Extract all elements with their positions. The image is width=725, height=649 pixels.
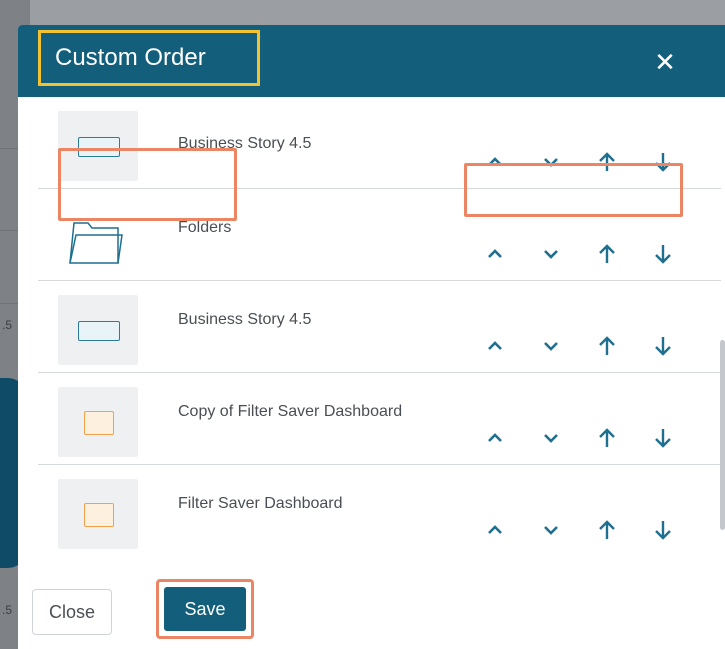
save-highlight-frame: Save <box>156 579 254 639</box>
list-item: Filter Saver Dashboard <box>38 465 721 557</box>
close-button[interactable]: Close <box>32 589 112 635</box>
dashboard-glyph <box>84 503 114 527</box>
arrow-down-icon[interactable] <box>646 237 680 271</box>
chevron-down-icon[interactable] <box>534 421 568 455</box>
arrow-up-icon[interactable] <box>590 329 624 363</box>
dialog-header: Custom Order ✕ <box>18 25 725 97</box>
dashboard-glyph <box>84 411 114 435</box>
chevron-up-icon[interactable] <box>478 329 512 363</box>
order-controls <box>478 513 698 553</box>
dashboard-thumbnail <box>58 387 138 457</box>
order-controls <box>478 329 698 369</box>
dialog-title: Custom Order <box>38 30 260 86</box>
arrow-down-icon[interactable] <box>646 421 680 455</box>
list-scrollbar[interactable] <box>720 340 725 530</box>
arrow-up-icon[interactable] <box>590 237 624 271</box>
background-label: .5 <box>2 318 13 332</box>
arrow-down-icon[interactable] <box>646 513 680 547</box>
list-item: Copy of Filter Saver Dashboard <box>38 373 721 465</box>
item-name: Filter Saver Dashboard <box>178 495 343 512</box>
dashboard-thumbnail <box>58 479 138 549</box>
business-story-thumbnail <box>58 295 138 365</box>
chart-glyph <box>78 321 120 341</box>
custom-order-dialog: Custom Order ✕ Business Story 4.5 Folder… <box>18 25 725 649</box>
background-label: .5 <box>2 603 13 617</box>
dialog-footer: Close Save <box>18 573 725 649</box>
order-controls <box>478 421 698 461</box>
chevron-up-icon[interactable] <box>478 421 512 455</box>
controls-highlight-frame <box>464 163 683 217</box>
list-item: Business Story 4.5 <box>38 281 721 373</box>
save-button[interactable]: Save <box>164 587 246 631</box>
chevron-up-icon[interactable] <box>478 513 512 547</box>
item-name: Business Story 4.5 <box>178 311 312 328</box>
arrow-up-icon[interactable] <box>590 421 624 455</box>
chevron-down-icon[interactable] <box>534 513 568 547</box>
close-icon[interactable]: ✕ <box>652 49 678 75</box>
order-controls <box>478 237 698 277</box>
arrow-up-icon[interactable] <box>590 513 624 547</box>
chevron-up-icon[interactable] <box>478 237 512 271</box>
chevron-down-icon[interactable] <box>534 329 568 363</box>
arrow-down-icon[interactable] <box>646 329 680 363</box>
item-name: Folders <box>178 219 232 236</box>
item-name: Copy of Filter Saver Dashboard <box>178 403 403 420</box>
chevron-down-icon[interactable] <box>534 237 568 271</box>
folder-highlight-frame <box>58 148 237 221</box>
